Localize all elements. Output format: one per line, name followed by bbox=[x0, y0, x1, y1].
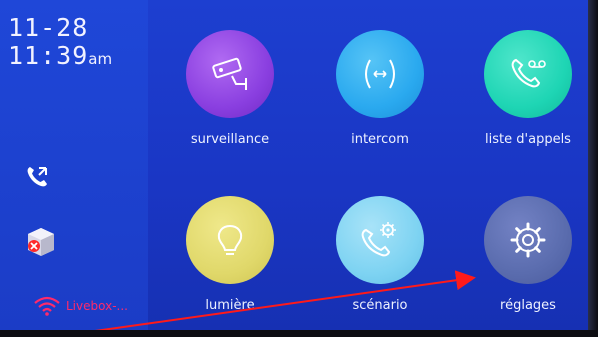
menu-label: liste d'appels bbox=[485, 132, 571, 147]
date-time-display: 11-28 11:39am bbox=[8, 14, 112, 73]
cube-alert-icon[interactable] bbox=[26, 226, 56, 262]
date-text: 11-28 bbox=[8, 13, 89, 42]
menu-call-list[interactable]: liste d'appels bbox=[478, 30, 578, 147]
bulb-icon bbox=[217, 224, 243, 255]
voicemail-phone-icon bbox=[511, 58, 546, 88]
menu-label: scénario bbox=[352, 298, 408, 313]
time-text: 11:39 bbox=[8, 41, 89, 70]
intercom-phone-icon bbox=[365, 59, 395, 89]
scenario-circle[interactable] bbox=[336, 196, 424, 284]
intercom-circle[interactable] bbox=[336, 30, 424, 118]
menu-label: intercom bbox=[351, 132, 409, 147]
call-list-circle[interactable] bbox=[484, 30, 572, 118]
menu-label: surveillance bbox=[190, 132, 270, 147]
menu-label: lumière bbox=[205, 298, 255, 313]
surveillance-circle[interactable] bbox=[186, 30, 274, 118]
menu-surveillance[interactable]: surveillance bbox=[180, 30, 280, 147]
device-bezel-right bbox=[588, 0, 598, 337]
light-circle[interactable] bbox=[186, 196, 274, 284]
phone-callback-icon[interactable] bbox=[24, 164, 50, 194]
wifi-network-label: Livebox-... bbox=[66, 299, 128, 313]
cctv-camera-icon bbox=[212, 57, 247, 90]
phone-gear-icon bbox=[361, 222, 396, 257]
wifi-status[interactable]: Livebox-... bbox=[32, 296, 128, 316]
menu-light[interactable]: lumière bbox=[180, 196, 280, 313]
settings-circle[interactable] bbox=[484, 196, 572, 284]
device-bezel-bottom bbox=[0, 330, 598, 337]
menu-intercom[interactable]: intercom bbox=[330, 30, 430, 147]
wifi-icon bbox=[34, 296, 60, 316]
ampm-text: am bbox=[88, 50, 113, 68]
menu-settings[interactable]: réglages bbox=[478, 196, 578, 313]
menu-label: réglages bbox=[500, 298, 556, 313]
gear-icon bbox=[510, 222, 546, 258]
menu-scenario[interactable]: scénario bbox=[330, 196, 430, 313]
